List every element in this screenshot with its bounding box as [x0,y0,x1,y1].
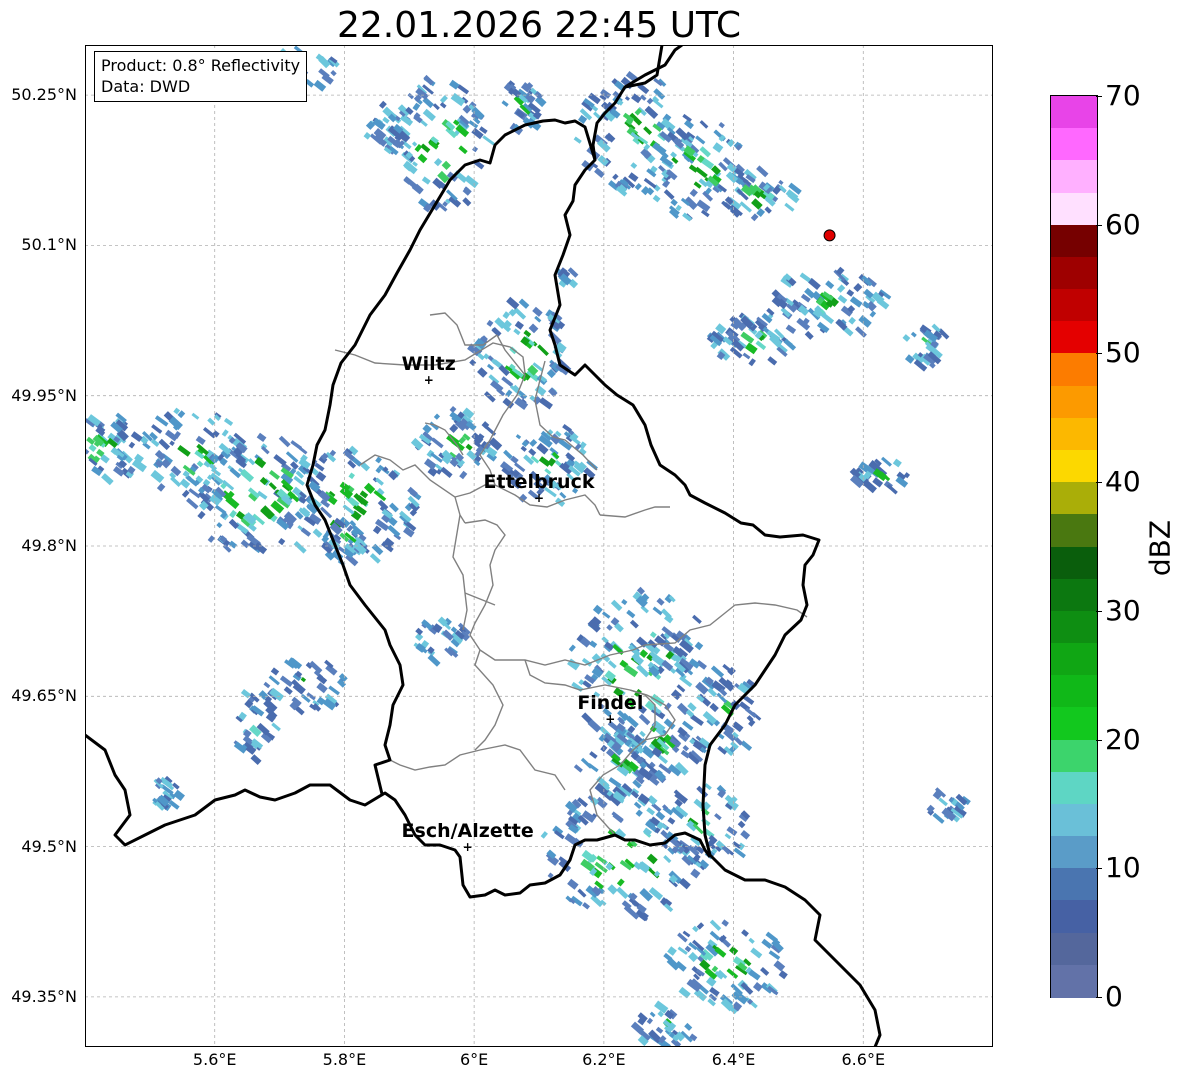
colorbar-tick-label: 70 [1105,79,1141,112]
colorbar-tick-label: 50 [1105,336,1141,370]
colorbar-tick [1096,482,1102,484]
city-marker: + [605,712,616,727]
city-label: Findel [577,692,644,715]
colorbar-tick [1096,997,1102,998]
colorbar-segment [1051,417,1097,451]
colorbar-segment [1051,868,1097,902]
lon-tick-label: 6.6°E [841,1050,886,1069]
lon-tick-label: 5.8°E [322,1050,367,1069]
lon-tick-label: 6.4°E [711,1050,756,1069]
colorbar-segment [1051,932,1097,966]
data-source-text: Data: DWD [101,77,191,96]
lat-tick-label: 49.5°N [21,836,77,856]
colorbar-segment [1051,836,1097,869]
lat-tick-label: 50.1°N [21,235,77,255]
colorbar-segment [1051,643,1097,676]
city-marker: + [533,490,545,505]
colorbar-tick [1096,224,1102,226]
colorbar-segment [1051,707,1097,741]
colorbar-segment [1051,256,1097,290]
lon-tick-label: 5.6°E [192,1050,237,1069]
colorbar-tick [1096,610,1102,612]
colorbar-segment [1051,96,1097,129]
colorbar-segment [1051,964,1097,998]
colorbar-segment [1051,900,1097,934]
colorbar-segment [1051,771,1097,805]
colorbar-segment [1051,610,1097,644]
info-box: Product: 0.8° Reflectivity Data: DWD [94,51,308,102]
colorbar-segment [1051,289,1097,322]
map-title: 22.01.2026 22:45 UTC [336,5,742,46]
colorbar-segment [1051,675,1097,708]
colorbar-tick-label: 40 [1105,465,1141,499]
colorbar-segment [1051,803,1097,837]
colorbar-segment [1051,321,1097,355]
city-label: Esch/Alzette [401,819,534,842]
colorbar-tick-label: 60 [1105,207,1141,241]
colorbar-tick-label: 20 [1105,722,1141,756]
colorbar-segment [1051,353,1097,387]
lat-tick-label: 50.25°N [11,85,77,105]
colorbar-tick-label: 0 [1105,980,1123,1013]
colorbar-tick-label: 30 [1105,593,1141,627]
product-text: Product: 0.8° Reflectivity [101,56,301,75]
colorbar-tick [1096,739,1102,741]
lat-tick-label: 49.95°N [11,385,77,405]
lat-tick-label: 49.65°N [11,686,77,706]
colorbar-tick [1096,353,1102,355]
colorbar-segment [1051,224,1097,258]
colorbar-tick [1096,96,1102,97]
colorbar-segment [1051,578,1097,612]
lat-tick-label: 49.8°N [21,536,77,555]
colorbar-segment [1051,739,1097,773]
colorbar-segment [1051,546,1097,580]
lon-tick-label: 6°E [459,1050,489,1069]
radar-map [85,45,993,1047]
city-label: Wiltz [401,352,456,375]
radar-site-marker [823,229,836,242]
colorbar [1050,95,1098,998]
lat-tick-label: 49.35°N [11,986,77,1006]
colorbar-segment [1051,160,1097,194]
colorbar-segment [1051,449,1097,483]
colorbar-tick [1096,868,1102,870]
city-marker: + [423,372,434,387]
colorbar-segment [1051,385,1097,419]
colorbar-segment [1051,128,1097,161]
city-marker: + [462,839,473,854]
colorbar-segment [1051,482,1097,515]
colorbar-segment [1051,514,1097,548]
city-label: Ettelbruck [483,470,595,493]
lon-tick-label: 6.2°E [582,1050,626,1069]
colorbar-label: dBZ [1143,519,1177,577]
colorbar-segment [1051,192,1097,226]
colorbar-tick-label: 10 [1105,851,1141,885]
